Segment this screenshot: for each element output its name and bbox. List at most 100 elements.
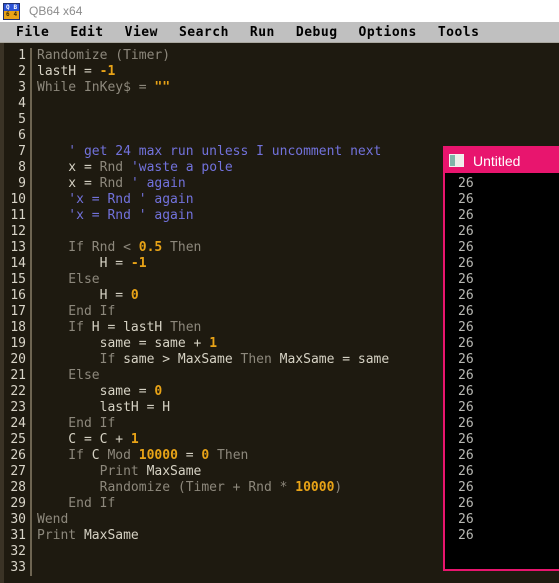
code-line-text[interactable]: If same > MaxSame Then MaxSame = same [32, 352, 390, 368]
code-line-text[interactable]: same = same + 1 [32, 336, 217, 352]
line-number: 15 [4, 272, 32, 288]
menu-run[interactable]: Run [250, 25, 275, 40]
output-line: 26 [458, 320, 474, 335]
code-line-text[interactable]: x = Rnd 'waste a pole [32, 160, 232, 176]
output-line: 26 [458, 208, 474, 223]
code-line-text[interactable]: End If [32, 416, 115, 432]
output-window-titlebar[interactable]: Untitled [445, 148, 559, 173]
code-line[interactable]: 3 While InKey$ = "" [4, 80, 559, 96]
line-number: 16 [4, 288, 32, 304]
menu-options[interactable]: Options [359, 25, 417, 40]
code-token-kw: Rnd [99, 176, 131, 191]
code-line[interactable]: 1 Randomize (Timer) [4, 48, 559, 64]
line-number: 33 [4, 560, 32, 576]
code-token-num: 1 [130, 432, 139, 447]
code-line-text[interactable]: 'x = Rnd ' again [32, 208, 194, 224]
code-token-kw: ) [334, 480, 343, 495]
code-line-text[interactable]: End If [32, 496, 115, 512]
line-number: 17 [4, 304, 32, 320]
output-window-title: Untitled [473, 152, 521, 169]
code-token-id: x = [37, 176, 100, 191]
code-line-text[interactable]: x = Rnd ' again [32, 176, 185, 192]
output-line: 26 [458, 288, 474, 303]
code-line-text[interactable] [32, 112, 45, 128]
code-token-id: H = lastH [91, 320, 163, 335]
logo-cell-b: B [11, 3, 19, 11]
line-number: 29 [4, 496, 32, 512]
code-line-text[interactable] [32, 544, 45, 560]
code-line[interactable]: 4 [4, 96, 559, 112]
code-token-num: 10000 [138, 448, 178, 463]
code-line-text[interactable]: Wend [32, 512, 68, 528]
output-line: 26 [458, 336, 474, 351]
output-window[interactable]: Untitled 26 26 26 26 26 26 26 26 26 26 26 26 26 26 26 2… [443, 146, 559, 571]
line-number: 31 [4, 528, 32, 544]
code-line-text[interactable]: While InKey$ = "" [32, 80, 170, 96]
line-number: 27 [4, 464, 32, 480]
code-token-kw: End If [37, 304, 116, 319]
menu-search[interactable]: Search [179, 25, 229, 40]
code-line-text[interactable]: Else [32, 272, 99, 288]
code-line-text[interactable]: 'x = Rnd ' again [32, 192, 194, 208]
code-line-text[interactable]: Else [32, 368, 99, 384]
output-line: 26 [458, 416, 474, 431]
code-line-text[interactable]: Randomize (Timer) [32, 48, 170, 64]
code-token-kw: Then [232, 352, 280, 367]
logo-cell-q: Q [4, 3, 12, 11]
code-line-text[interactable]: End If [32, 304, 115, 320]
code-token-id: same = [37, 384, 155, 399]
code-line-text[interactable]: If C Mod 10000 = 0 Then [32, 448, 248, 464]
menu-tools[interactable]: Tools [438, 25, 480, 40]
line-number: 18 [4, 320, 32, 336]
menu-edit[interactable]: Edit [70, 25, 103, 40]
line-number: 10 [4, 192, 32, 208]
code-line-text[interactable]: lastH = -1 [32, 64, 115, 80]
code-line[interactable]: 2 lastH = -1 [4, 64, 559, 80]
code-line-text[interactable] [32, 96, 45, 112]
output-line: 26 [458, 384, 474, 399]
code-token-id: C = C + [37, 432, 131, 447]
code-line-text[interactable]: ' get 24 max run unless I uncomment next [32, 144, 381, 160]
code-token-kw: Wend [37, 512, 69, 527]
code-line-text[interactable]: H = 0 [32, 288, 139, 304]
code-line-text[interactable] [32, 128, 45, 144]
menu-view[interactable]: View [125, 25, 158, 40]
code-line[interactable]: 5 [4, 112, 559, 128]
logo-cell-6: 6 [4, 11, 12, 19]
code-token-id: x = [37, 160, 100, 175]
code-line-text[interactable]: Randomize (Timer + Rnd * 10000) [32, 480, 343, 496]
code-token-kw: End If [37, 416, 116, 431]
code-line-text[interactable] [32, 224, 45, 240]
line-number: 2 [4, 64, 32, 80]
code-line[interactable]: 6 [4, 128, 559, 144]
line-number: 8 [4, 160, 32, 176]
line-number: 28 [4, 480, 32, 496]
code-line-text[interactable]: H = -1 [32, 256, 147, 272]
menu-debug[interactable]: Debug [296, 25, 338, 40]
code-line-text[interactable]: If Rnd < 0.5 Then [32, 240, 201, 256]
code-token-id: = [177, 448, 202, 463]
logo-cell-4: 4 [11, 11, 19, 19]
code-token-cmt: 'x = Rnd ' again [37, 208, 194, 223]
line-number: 1 [4, 48, 32, 64]
code-line-text[interactable]: same = 0 [32, 384, 163, 400]
code-line-text[interactable]: Print MaxSame [32, 464, 202, 480]
code-line-text[interactable]: If H = lastH Then [32, 320, 201, 336]
code-token-cmt: 'x = Rnd ' again [37, 192, 194, 207]
code-token-kw: Then [162, 240, 202, 255]
code-token-num: 0.5 [138, 240, 163, 255]
line-number: 25 [4, 432, 32, 448]
line-number: 22 [4, 384, 32, 400]
ide-editor-area[interactable]: 1 Randomize (Timer) 2 lastH = -1 3 While InKe… [0, 43, 559, 583]
code-token-kw: Randomize (Timer) [37, 48, 171, 63]
code-token-cmt: ' get 24 max run unless I uncomment next [37, 144, 382, 159]
code-token-kw: Then [209, 448, 249, 463]
code-line-text[interactable]: Print MaxSame [32, 528, 139, 544]
code-token-num: 1 [209, 336, 218, 351]
output-line: 26 [458, 352, 474, 367]
code-line-text[interactable]: lastH = H [32, 400, 170, 416]
menu-file[interactable]: File [16, 25, 49, 40]
line-number: 7 [4, 144, 32, 160]
code-line-text[interactable]: C = C + 1 [32, 432, 139, 448]
code-line-text[interactable] [32, 560, 45, 576]
